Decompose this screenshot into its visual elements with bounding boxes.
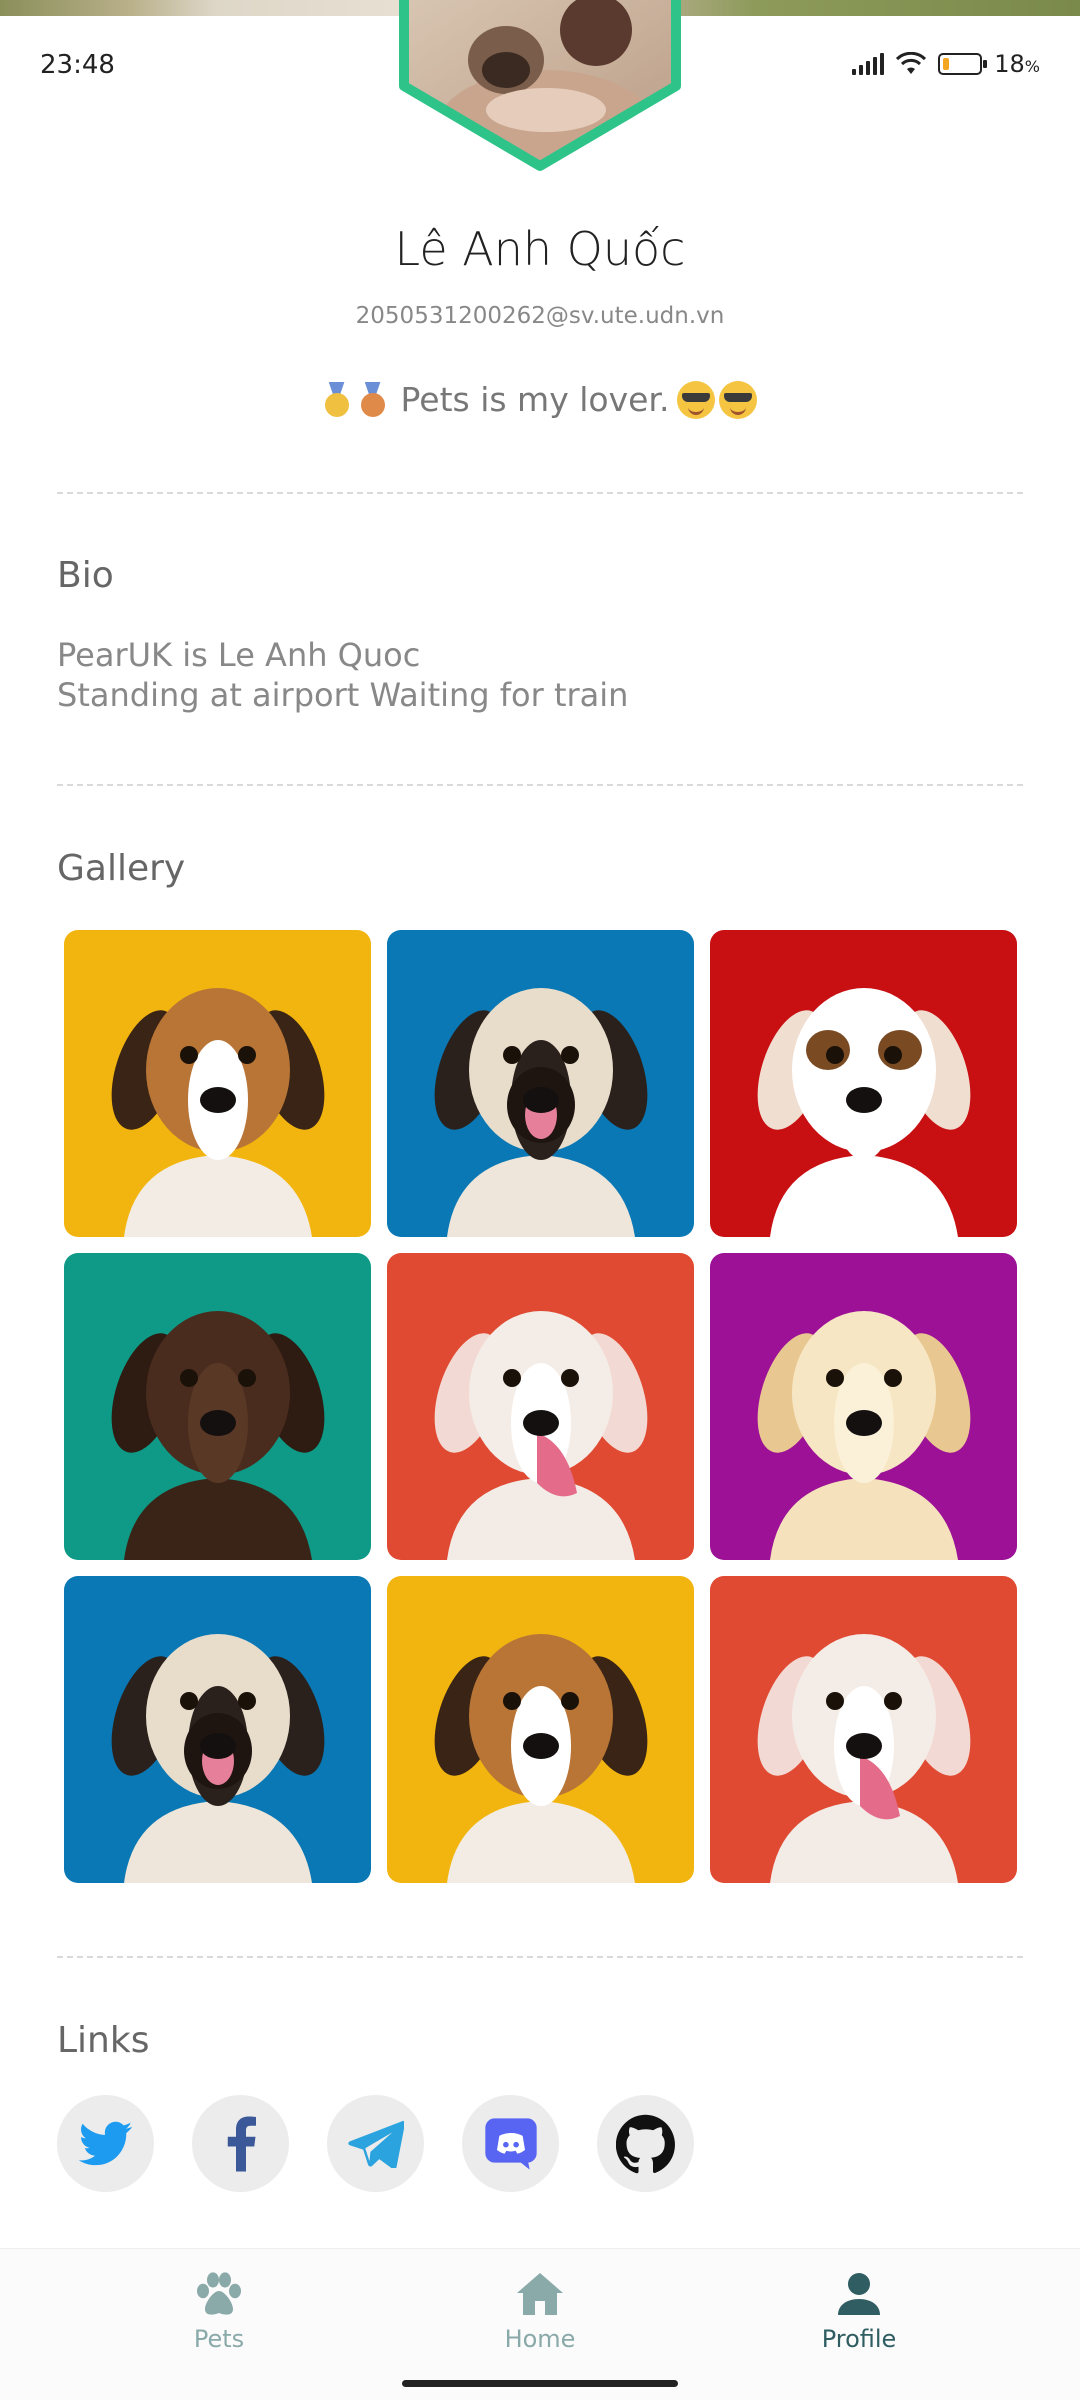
- bottom-navigation: Pets Home Profile: [0, 2248, 1080, 2400]
- profile-email: 2050531200262@sv.ute.udn.vn: [355, 303, 725, 329]
- gallery-photo[interactable]: [710, 1576, 1017, 1883]
- nav-item-profile[interactable]: Profile: [759, 2271, 959, 2353]
- nav-item-pets[interactable]: Pets: [119, 2271, 319, 2353]
- gold-medal-emoji: [323, 381, 351, 418]
- gallery-photo[interactable]: [387, 1253, 694, 1560]
- profile-name: Lê Anh Quốc: [394, 222, 686, 276]
- facebook-icon: [227, 2116, 256, 2171]
- signal-icon: [852, 53, 885, 75]
- home-indicator[interactable]: [402, 2380, 678, 2387]
- bio-title: Bio: [57, 555, 114, 596]
- puppy-photo: [64, 930, 371, 1237]
- puppy-photo: [387, 930, 694, 1237]
- person-icon: [838, 2273, 880, 2315]
- profile-tagline: Pets is my lover.: [0, 380, 1080, 419]
- gallery-photo[interactable]: [64, 1253, 371, 1560]
- gallery-title: Gallery: [57, 848, 186, 889]
- bio-line: PearUK is Le Anh Quoc: [57, 636, 421, 674]
- social-links: [57, 2095, 694, 2192]
- sunglasses-emoji: [677, 380, 716, 419]
- nav-label: Home: [504, 2325, 576, 2353]
- tagline-text: Pets is my lover.: [400, 380, 670, 419]
- divider: [57, 492, 1023, 494]
- divider: [57, 1956, 1023, 1958]
- status-time: 23:48: [40, 50, 115, 80]
- nav-item-home[interactable]: Home: [440, 2271, 640, 2353]
- divider: [57, 784, 1023, 786]
- gallery-photo[interactable]: [710, 1253, 1017, 1560]
- home-icon: [517, 2273, 563, 2315]
- puppy-photo: [710, 930, 1017, 1237]
- sunglasses-emoji: [719, 380, 758, 419]
- twitter-icon: [78, 2121, 132, 2165]
- battery-icon: [938, 53, 988, 75]
- gallery-photo[interactable]: [387, 1576, 694, 1883]
- puppy-photo: [387, 1576, 694, 1883]
- gallery-photo[interactable]: [64, 930, 371, 1237]
- telegram-link-button[interactable]: [327, 2095, 424, 2192]
- bio-line: Standing at airport Waiting for train: [57, 676, 629, 714]
- puppy-photo: [64, 1576, 371, 1883]
- puppy-photo: [64, 1253, 371, 1560]
- bronze-medal-emoji: [359, 381, 387, 418]
- puppy-photo: [710, 1576, 1017, 1883]
- gallery-photo[interactable]: [387, 930, 694, 1237]
- twitter-link-button[interactable]: [57, 2095, 154, 2192]
- nav-label: Profile: [821, 2325, 897, 2353]
- puppy-photo: [710, 1253, 1017, 1560]
- github-icon: [615, 2114, 675, 2173]
- puppy-photo: [387, 1253, 694, 1560]
- gallery-photo[interactable]: [64, 1576, 371, 1883]
- github-link-button[interactable]: [597, 2095, 694, 2192]
- telegram-icon: [347, 2120, 404, 2168]
- paw-icon: [197, 2272, 241, 2315]
- discord-link-button[interactable]: [462, 2095, 559, 2192]
- gallery-photo[interactable]: [710, 930, 1017, 1237]
- links-title: Links: [57, 2020, 150, 2061]
- wifi-icon: [896, 52, 927, 74]
- facebook-link-button[interactable]: [192, 2095, 289, 2192]
- nav-label: Pets: [193, 2325, 245, 2353]
- discord-icon: [484, 2117, 537, 2170]
- battery-text: 18%: [994, 50, 1040, 78]
- status-icons: 18%: [852, 50, 1040, 78]
- photo-gallery: [64, 930, 1017, 1883]
- avatar[interactable]: [396, 0, 684, 182]
